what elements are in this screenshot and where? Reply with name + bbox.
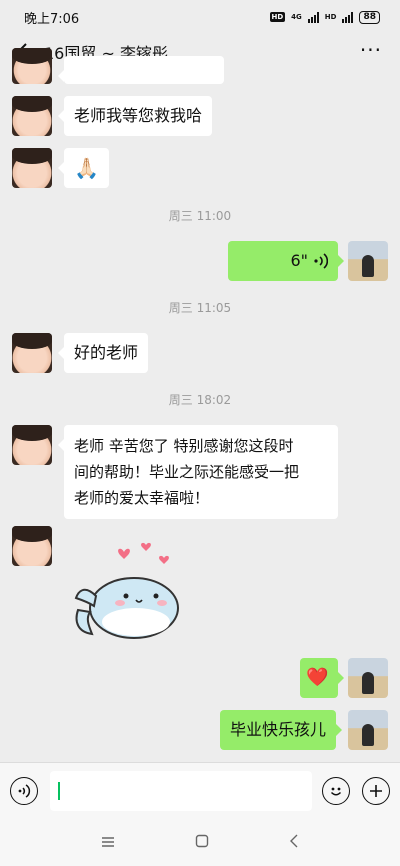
more-dots-icon: ··· — [359, 38, 382, 62]
voice-message-bubble[interactable]: 6" — [228, 241, 344, 281]
my-avatar[interactable] — [348, 241, 388, 281]
contact-avatar[interactable] — [12, 48, 52, 84]
network-4g-label: 4G — [291, 12, 302, 21]
message-bubble-emoji[interactable]: 🙏🏻 — [58, 148, 109, 188]
message-bubble-partial[interactable] — [58, 56, 224, 84]
timestamp: 周三 18:02 — [168, 393, 232, 407]
message-line: 老师的爱太幸福啦！ — [74, 489, 210, 507]
message-bubble[interactable]: 好的老师 — [57, 333, 149, 373]
battery-icon: 88 — [359, 10, 380, 24]
emoji-icon — [330, 787, 342, 796]
voice-wave-icon — [314, 253, 328, 269]
system-nav-bar — [0, 818, 400, 866]
menu-icon — [102, 836, 114, 847]
message-line: 间的帮助！毕业之际还能感受一把 — [74, 463, 300, 481]
menu-button[interactable] — [101, 833, 115, 852]
shark-sticker[interactable] — [64, 540, 184, 645]
signal-icon-2 — [342, 11, 354, 23]
network-hd-label: HD — [324, 12, 337, 21]
home-button[interactable] — [195, 833, 209, 852]
message-bubble-emoji[interactable]: ❤️ — [300, 658, 344, 698]
hd-badge: HD — [269, 12, 286, 22]
my-avatar[interactable] — [348, 710, 388, 750]
nav-back-icon — [290, 834, 298, 847]
nav-back-button[interactable] — [289, 833, 299, 852]
home-icon — [195, 834, 209, 847]
message-bubble[interactable]: 毕业快乐孩儿 — [220, 710, 343, 750]
signal-icon — [307, 11, 319, 23]
voice-input-icon — [18, 784, 31, 798]
timestamp: 周三 11:05 — [168, 301, 232, 315]
status-bar: 晚上7:06 HD 4G HD 88 — [0, 0, 400, 34]
contact-avatar[interactable] — [12, 333, 52, 373]
status-icons: HD 4G HD 88 — [269, 10, 380, 24]
contact-avatar[interactable] — [12, 425, 52, 465]
status-time: 晚上7:06 — [24, 11, 80, 27]
voice-duration: 6" — [290, 251, 308, 270]
plus-icon — [370, 785, 382, 797]
more-button[interactable]: ··· — [360, 40, 382, 60]
my-avatar[interactable] — [348, 658, 388, 698]
message-bubble[interactable]: 老师我等您救我哈 — [57, 96, 213, 136]
message-input[interactable] — [50, 771, 312, 811]
contact-avatar[interactable] — [12, 96, 52, 136]
shark-sticker-image — [74, 542, 179, 639]
timestamp: 周三 11:00 — [168, 209, 232, 223]
contact-avatar[interactable] — [12, 526, 52, 566]
contact-avatar[interactable] — [12, 148, 52, 188]
message-bubble-long[interactable]: 老师 辛苦您了 特别感谢您这段时 间的帮助！毕业之际还能感受一把 老师的爱太幸福… — [58, 425, 338, 519]
voice-input-button[interactable] — [10, 777, 38, 805]
emoji-button[interactable] — [322, 777, 350, 805]
text-cursor — [58, 782, 60, 800]
plus-button[interactable] — [362, 777, 390, 805]
message-line: 老师 辛苦您了 特别感谢您这段时 — [74, 437, 294, 455]
input-bar — [0, 762, 400, 818]
